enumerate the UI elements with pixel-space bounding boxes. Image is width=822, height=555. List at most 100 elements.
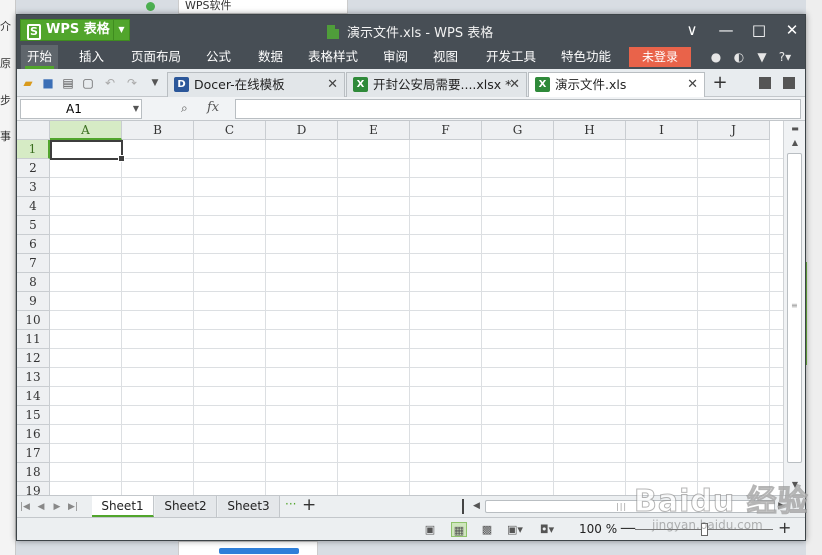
row-header-19[interactable]: 19 [17, 482, 50, 495]
first-sheet-icon[interactable]: |◀ [19, 500, 31, 514]
select-all-corner[interactable] [17, 121, 50, 140]
name-box[interactable]: A1 ▼ [20, 99, 142, 119]
maximize-button[interactable]: □ [744, 18, 774, 42]
menu-home[interactable]: 开始 [21, 45, 59, 69]
column-header-b[interactable]: B [122, 121, 194, 140]
tab-demo-file[interactable]: X 演示文件.xls ✕ [528, 72, 705, 98]
shirt-icon[interactable]: ▼ [753, 49, 771, 65]
row-header-12[interactable]: 12 [17, 349, 50, 368]
menu-formulas[interactable]: 公式 [200, 45, 237, 69]
spreadsheet-grid[interactable]: ABCDEFGHIJ 1 2 3 4 5 6 7 8 9 10 11 12 13 14 15 16 17 18 19 [17, 121, 783, 495]
zoom-in-button[interactable]: + [778, 518, 791, 537]
sync-icon[interactable]: ◐ [730, 49, 748, 65]
menu-review[interactable]: 审阅 [377, 45, 414, 69]
tab-list-icon[interactable] [783, 77, 795, 89]
horizontal-scrollbar[interactable]: ◀ ||| ▶ [473, 499, 785, 514]
add-sheet-button[interactable]: + [302, 495, 316, 515]
horizontal-scroll-thumb[interactable]: ||| [485, 500, 775, 513]
zoom-lookup-icon[interactable]: ⌕ [181, 101, 197, 117]
scroll-down-icon[interactable]: ▼ [788, 479, 802, 491]
save-icon[interactable]: ■ [40, 75, 56, 91]
row-header-9[interactable]: 9 [17, 292, 50, 311]
more-sheets-icon[interactable]: ··· [285, 497, 296, 511]
column-header-i[interactable]: I [626, 121, 698, 140]
menu-special-features[interactable]: 特色功能 [555, 45, 617, 69]
column-header-a[interactable]: A [50, 121, 122, 140]
menu-insert[interactable]: 插入 [73, 45, 110, 69]
row-header-5[interactable]: 5 [17, 216, 50, 235]
scroll-up-icon[interactable]: ▲ [788, 137, 802, 149]
split-handle-icon[interactable]: ▬ [788, 123, 802, 135]
close-tab-icon[interactable]: ✕ [687, 73, 698, 96]
zoom-slider-handle[interactable] [701, 523, 708, 536]
row-header-18[interactable]: 18 [17, 463, 50, 482]
vertical-scroll-thumb[interactable]: ≡ [787, 153, 802, 463]
row-header-16[interactable]: 16 [17, 425, 50, 444]
wps-app-menu-button[interactable]: S WPS 表格 ▼ [20, 19, 130, 41]
scroll-left-icon[interactable]: ◀ [473, 499, 480, 514]
active-cell-a1[interactable] [50, 140, 125, 162]
chevron-down-icon[interactable]: ▼ [113, 20, 129, 40]
zoom-level[interactable]: 100 % [579, 522, 617, 536]
row-header-3[interactable]: 3 [17, 178, 50, 197]
row-header-4[interactable]: 4 [17, 197, 50, 216]
row-header-1[interactable]: 1 [17, 140, 50, 159]
column-header-h[interactable]: H [554, 121, 626, 140]
reading-mode-icon[interactable]: ▣▾ [507, 522, 523, 537]
page-layout-view-icon[interactable]: ▩ [479, 522, 495, 537]
row-header-14[interactable]: 14 [17, 387, 50, 406]
row-header-10[interactable]: 10 [17, 311, 50, 330]
print-preview-icon[interactable]: ▢ [80, 75, 96, 91]
tab-kaifeng-file[interactable]: X 开封公安局需要....xlsx * ✕ [346, 72, 527, 97]
insert-function-button[interactable]: fx [207, 100, 219, 115]
row-header-2[interactable]: 2 [17, 159, 50, 178]
login-button[interactable]: 未登录 [629, 47, 691, 67]
menu-data[interactable]: 数据 [252, 45, 289, 69]
skin-icon[interactable]: ● [707, 49, 725, 65]
normal-view-icon[interactable]: ▣ [422, 522, 438, 537]
cell-area[interactable] [50, 140, 783, 495]
menu-view[interactable]: 视图 [427, 45, 464, 69]
close-button[interactable]: ✕ [777, 18, 807, 42]
row-header-13[interactable]: 13 [17, 368, 50, 387]
column-header-c[interactable]: C [194, 121, 266, 140]
redo-icon[interactable]: ↷ [124, 75, 140, 91]
prev-sheet-icon[interactable]: ◀ [35, 500, 47, 514]
menu-developer[interactable]: 开发工具 [480, 45, 542, 69]
eye-protection-icon[interactable]: ◘▾ [539, 522, 555, 537]
row-header-7[interactable]: 7 [17, 254, 50, 273]
customize-toolbar-icon[interactable]: ▼ [147, 75, 163, 91]
row-header-6[interactable]: 6 [17, 235, 50, 254]
column-header-g[interactable]: G [482, 121, 554, 140]
undo-icon[interactable]: ↶ [102, 75, 118, 91]
close-tab-icon[interactable]: ✕ [327, 73, 338, 96]
close-tab-icon[interactable]: ✕ [509, 73, 520, 96]
help-icon[interactable]: ?▾ [776, 49, 794, 65]
scroll-right-icon[interactable]: ▶ [778, 499, 785, 514]
row-header-8[interactable]: 8 [17, 273, 50, 292]
menu-page-layout[interactable]: 页面布局 [125, 45, 187, 69]
last-sheet-icon[interactable]: ▶| [67, 500, 79, 514]
row-header-11[interactable]: 11 [17, 330, 50, 349]
window-restore-icon[interactable] [759, 77, 771, 89]
menu-table-style[interactable]: 表格样式 [302, 45, 364, 69]
row-header-15[interactable]: 15 [17, 406, 50, 425]
tab-docer-templates[interactable]: D Docer-在线模板 ✕ [167, 72, 345, 97]
next-sheet-icon[interactable]: ▶ [51, 500, 63, 514]
minimize-button[interactable]: — [711, 18, 741, 42]
new-tab-button[interactable]: + [710, 73, 730, 93]
column-header-e[interactable]: E [338, 121, 410, 140]
row-header-17[interactable]: 17 [17, 444, 50, 463]
zoom-out-button[interactable]: — [620, 518, 636, 537]
sheet-tab-3[interactable]: Sheet3 [218, 496, 280, 517]
sheet-tab-2[interactable]: Sheet2 [155, 496, 217, 517]
chevron-down-icon[interactable]: ▼ [133, 100, 139, 118]
print-icon[interactable]: ▤ [60, 75, 76, 91]
column-header-f[interactable]: F [410, 121, 482, 140]
open-folder-icon[interactable]: ▰ [20, 75, 36, 91]
formula-input[interactable] [235, 99, 801, 119]
page-break-view-icon[interactable]: ▦ [451, 522, 467, 537]
horizontal-split-handle[interactable] [462, 499, 464, 514]
column-header-j[interactable]: J [698, 121, 770, 140]
vertical-scrollbar[interactable]: ▬ ▲ ≡ ▼ [783, 121, 805, 495]
